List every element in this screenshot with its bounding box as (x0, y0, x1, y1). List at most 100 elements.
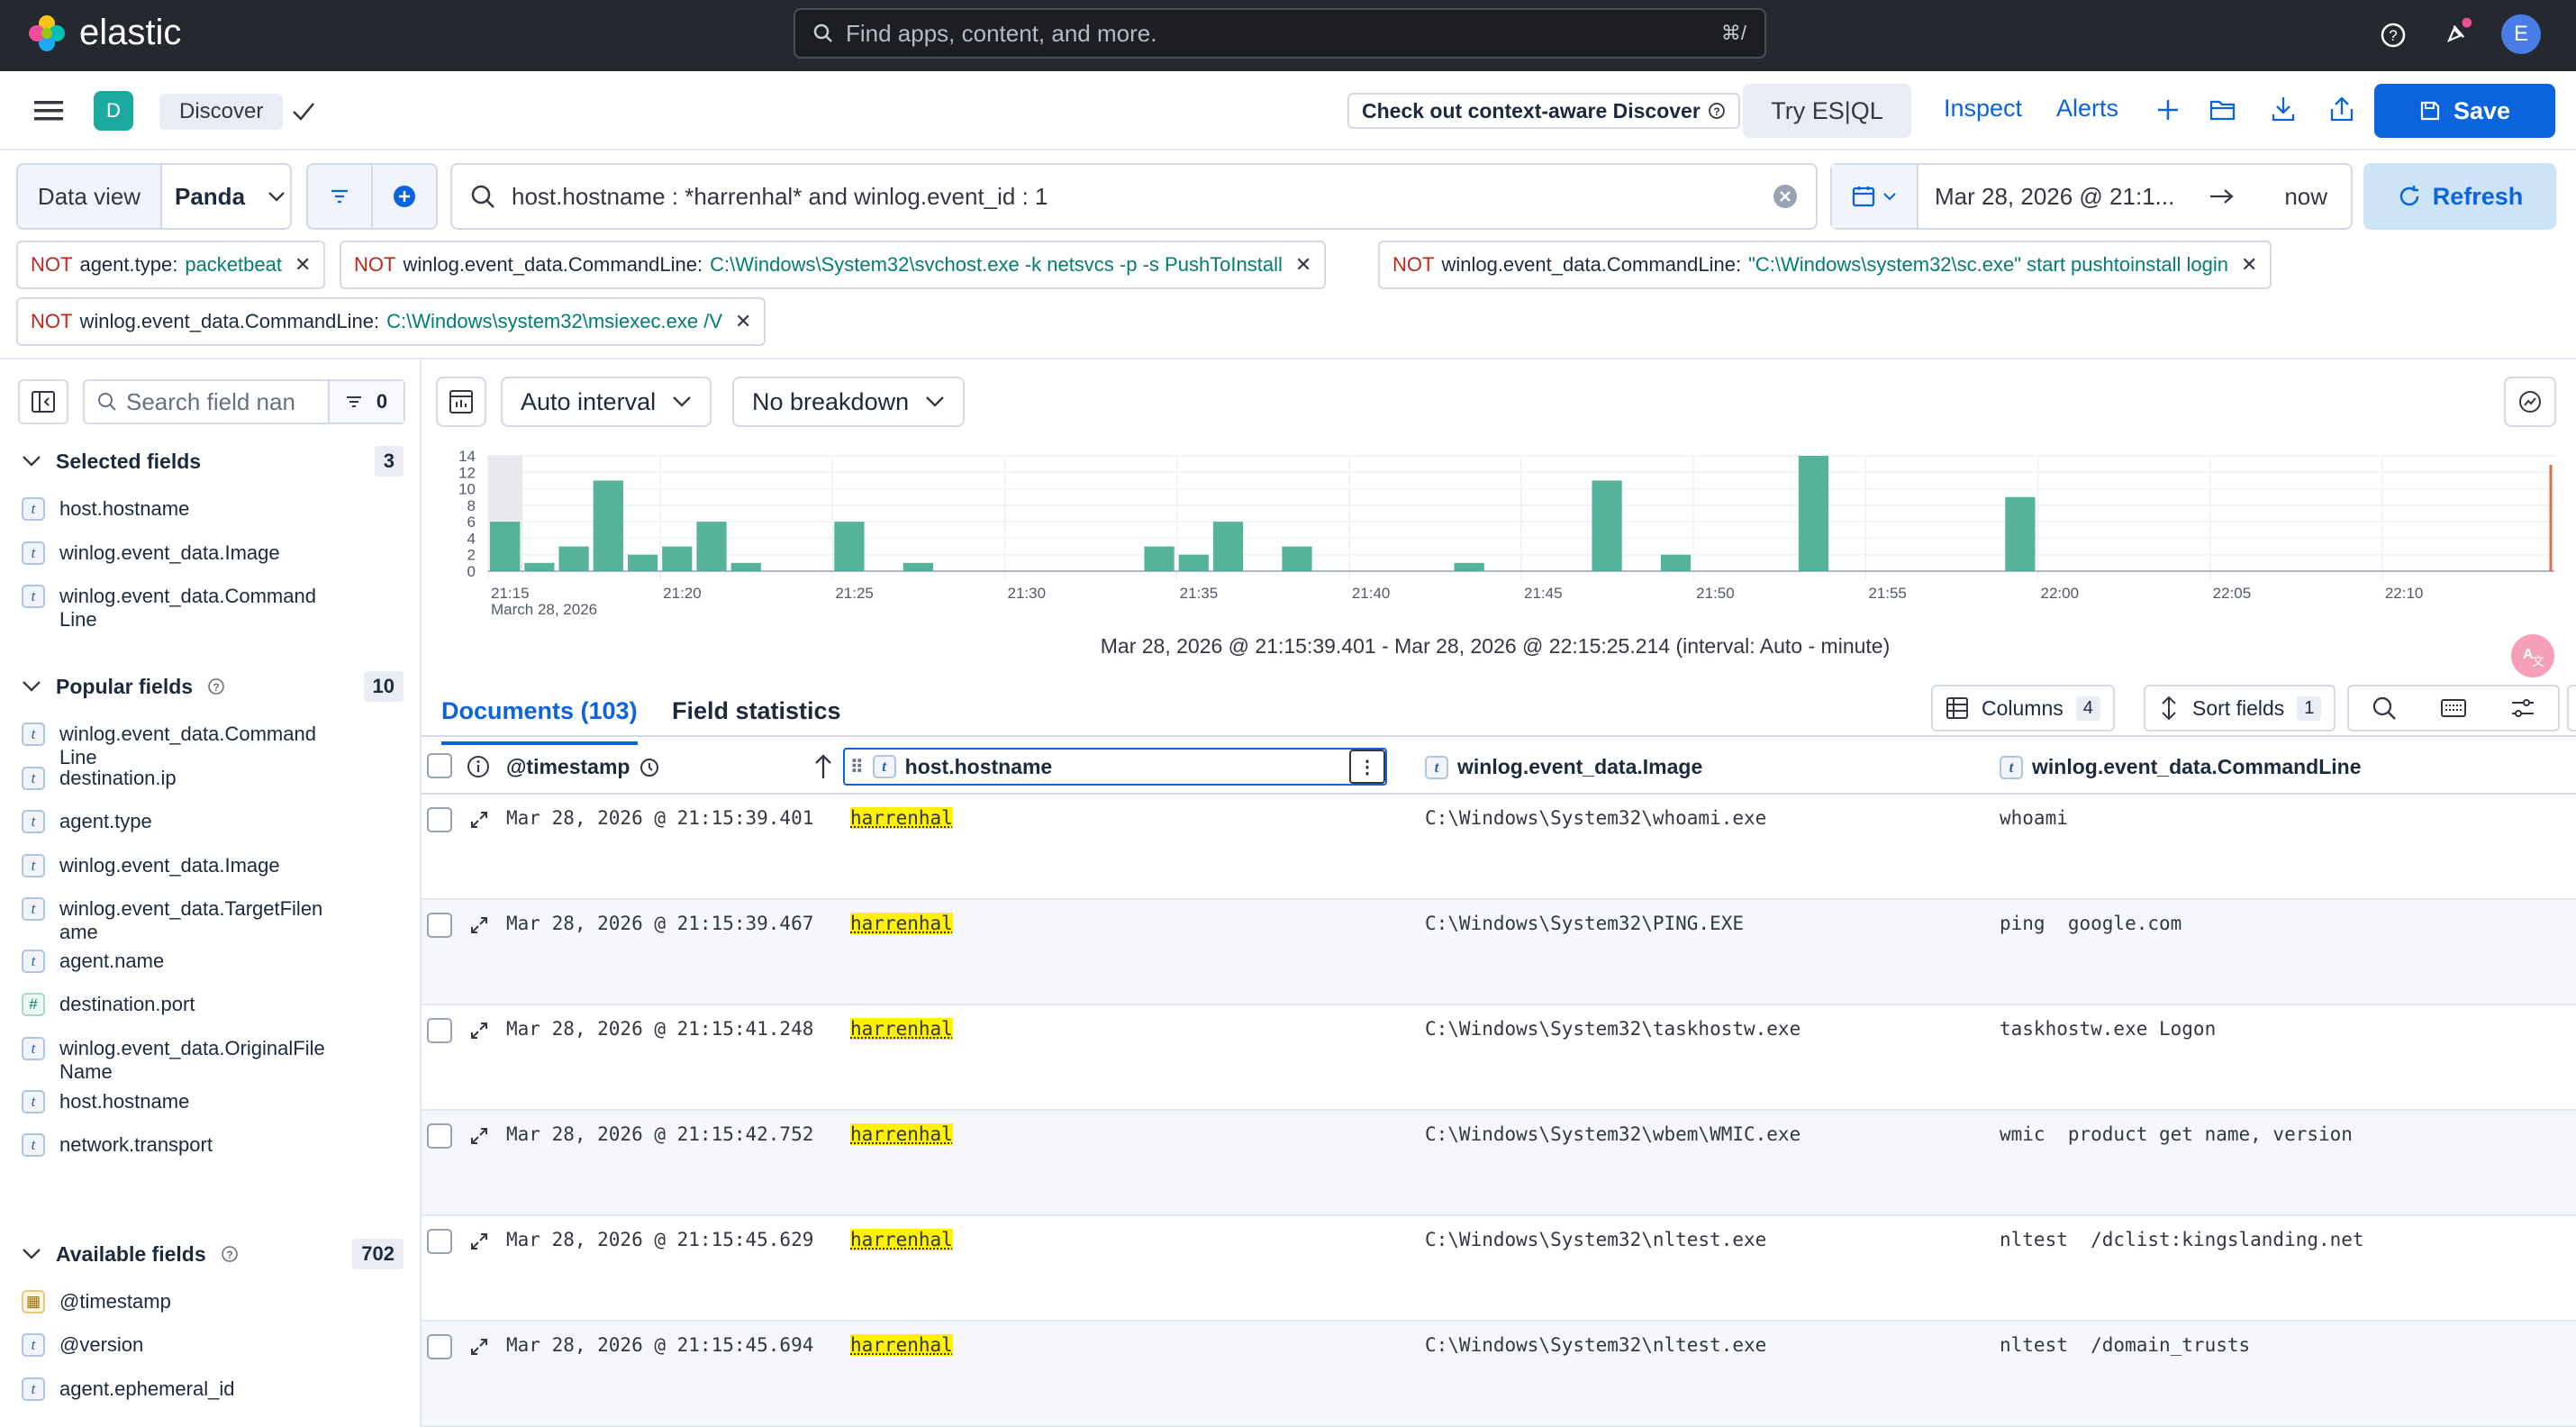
row-checkbox[interactable] (427, 913, 452, 938)
tab-documents[interactable]: Documents (103) (441, 697, 638, 725)
expand-icon[interactable] (468, 1231, 490, 1252)
collapse-sidebar-button[interactable] (18, 379, 68, 424)
select-all-checkbox[interactable] (427, 753, 452, 778)
assistant-float-button[interactable]: A文 (2511, 634, 2554, 677)
sort-fields-button[interactable]: Sort fields 1 (2144, 685, 2336, 732)
columns-button[interactable]: Columns 4 (1931, 685, 2115, 732)
field-item[interactable]: t @version (22, 1333, 382, 1357)
alerts-link[interactable]: Alerts (2056, 95, 2118, 123)
context-aware-discover-badge[interactable]: Check out context-aware Discover ? (1347, 93, 1740, 129)
breakdown-select[interactable]: No breakdown (732, 377, 965, 427)
row-checkbox[interactable] (427, 1123, 452, 1149)
display-settings-button[interactable] (2489, 697, 2558, 719)
remove-filter-icon[interactable]: ✕ (295, 253, 311, 277)
time-start[interactable]: Mar 28, 2026 @ 21:1... (1935, 183, 2174, 211)
help-icon[interactable]: ? (2378, 20, 2408, 50)
drag-handle-icon[interactable]: ⠿ (850, 756, 864, 778)
column-header-image[interactable]: t winlog.event_data.Image (1425, 755, 1702, 779)
table-row[interactable]: Mar 28, 2026 @ 21:15:42.752 harrenhal C:\W… (422, 1111, 2576, 1216)
filter-pill[interactable]: NOT agent.type: packetbeat ✕ (16, 241, 325, 289)
info-icon[interactable] (467, 755, 490, 778)
check-icon[interactable] (290, 98, 317, 125)
expand-icon[interactable] (468, 914, 490, 936)
field-item[interactable]: t winlog.event_data.TargetFilen ame (22, 897, 346, 944)
data-view-picker[interactable]: Data view Panda (16, 163, 292, 230)
tab-field-statistics[interactable]: Field statistics (672, 697, 841, 725)
expand-icon[interactable] (468, 809, 490, 831)
field-item[interactable]: t winlog.event_data.Command Line (22, 585, 328, 632)
share-icon[interactable] (2328, 95, 2355, 123)
field-item[interactable]: t agent.name (22, 950, 346, 973)
field-item[interactable]: # destination.port (22, 993, 346, 1016)
row-checkbox[interactable] (427, 1018, 452, 1043)
menu-icon[interactable] (32, 95, 65, 126)
field-item[interactable]: t winlog.event_data.Image (22, 541, 382, 565)
add-filter-button[interactable] (373, 165, 436, 228)
filter-pill[interactable]: NOT winlog.event_data.CommandLine: "C:\W… (1378, 241, 2272, 289)
field-item[interactable]: t destination.ip (22, 767, 346, 790)
expand-icon[interactable] (468, 1125, 490, 1147)
field-item[interactable]: t agent.ephemeral_id (22, 1377, 382, 1401)
field-item[interactable]: t network.transport (22, 1133, 346, 1157)
sort-ascending-icon[interactable] (812, 753, 834, 780)
row-checkbox[interactable] (427, 1334, 452, 1359)
available-fields-section[interactable]: Available fields ? 702 (22, 1239, 404, 1269)
table-row[interactable]: Mar 28, 2026 @ 21:15:39.467 harrenhal C:\W… (422, 900, 2576, 1005)
field-search-input[interactable]: Search field nan 0 (83, 379, 405, 424)
selected-fields-section[interactable]: Selected fields 3 (22, 446, 404, 477)
remove-filter-icon[interactable]: ✕ (735, 310, 751, 333)
field-item[interactable]: t host.hostname (22, 1090, 346, 1113)
news-feed-icon[interactable] (2443, 16, 2473, 47)
query-input[interactable]: host.hostname : *harrenhal* and winlog.e… (450, 163, 1818, 230)
quick-menu-button[interactable] (1832, 165, 1918, 228)
refresh-button[interactable]: Refresh (2363, 163, 2556, 230)
column-actions-icon[interactable]: ⋮ (1349, 750, 1385, 784)
download-icon[interactable] (2270, 95, 2297, 123)
try-esql-button[interactable]: Try ES|QL (1743, 84, 1911, 138)
field-item[interactable]: t host.hostname (22, 497, 382, 521)
filter-menu-button[interactable] (308, 165, 373, 228)
table-row[interactable]: Mar 28, 2026 @ 21:15:45.694 harrenhal C:\W… (422, 1322, 2576, 1427)
filter-pill[interactable]: NOT winlog.event_data.CommandLine: C:\Wi… (340, 241, 1326, 289)
search-grid-button[interactable] (2349, 695, 2418, 721)
table-row[interactable]: Mar 28, 2026 @ 21:15:45.629 harrenhal C:\W… (422, 1216, 2576, 1322)
column-title: @timestamp (506, 755, 630, 779)
expand-icon[interactable] (468, 1020, 490, 1041)
save-button[interactable]: Save (2374, 84, 2555, 138)
row-checkbox[interactable] (427, 807, 452, 832)
keyboard-shortcuts-button[interactable] (2418, 698, 2488, 718)
toggle-chart-button[interactable] (436, 377, 486, 427)
interval-select[interactable]: Auto interval (501, 377, 712, 427)
clear-query-icon[interactable] (1773, 184, 1798, 209)
inspect-link[interactable]: Inspect (1944, 95, 2022, 123)
new-icon[interactable] (2154, 96, 2181, 123)
table-row[interactable]: Mar 28, 2026 @ 21:15:41.248 harrenhal C:\W… (422, 1005, 2576, 1111)
filter-pill[interactable]: NOT winlog.event_data.CommandLine: C:\Wi… (16, 297, 766, 346)
field-item[interactable]: ▦ @timestamp (22, 1290, 382, 1313)
global-search-input[interactable]: Find apps, content, and more. ⌘/ (794, 8, 1766, 59)
expand-icon[interactable] (468, 1336, 490, 1358)
popular-fields-section[interactable]: Popular fields ? 10 (22, 671, 404, 702)
field-item[interactable]: t agent.type (22, 810, 346, 833)
histogram-chart[interactable]: 02468101214 21:15 21:20 21:25 21:30 21:35 21:4… (438, 440, 2563, 620)
field-item[interactable]: t winlog.event_data.OriginalFile Name (22, 1037, 346, 1084)
time-end[interactable]: now (2284, 183, 2327, 211)
chart-options-button[interactable] (2504, 377, 2556, 427)
fullscreen-button[interactable] (2567, 685, 2576, 732)
column-header-host-hostname[interactable]: ⠿ t host.hostname ⋮ (843, 748, 1387, 786)
remove-filter-icon[interactable]: ✕ (1295, 253, 1311, 277)
date-picker[interactable]: Mar 28, 2026 @ 21:1... now (1830, 163, 2353, 230)
avatar[interactable]: E (2501, 14, 2541, 54)
column-header-commandline[interactable]: t winlog.event_data.CommandLine (2000, 755, 2362, 779)
column-header-timestamp[interactable]: @timestamp (506, 755, 660, 779)
app-badge[interactable]: D (94, 91, 133, 131)
field-item[interactable]: t winlog.event_data.Image (22, 854, 346, 877)
field-type-filter-button[interactable]: 0 (328, 381, 404, 423)
row-checkbox[interactable] (427, 1229, 452, 1254)
field-item[interactable]: t winlog.event_data.Command Line (22, 723, 346, 769)
breadcrumb[interactable]: Discover (159, 94, 283, 130)
open-folder-icon[interactable] (2209, 96, 2237, 123)
elastic-logo[interactable]: elastic (27, 13, 181, 53)
table-row[interactable]: Mar 28, 2026 @ 21:15:39.401 harrenhal C:\W… (422, 795, 2576, 900)
remove-filter-icon[interactable]: ✕ (2241, 253, 2257, 277)
